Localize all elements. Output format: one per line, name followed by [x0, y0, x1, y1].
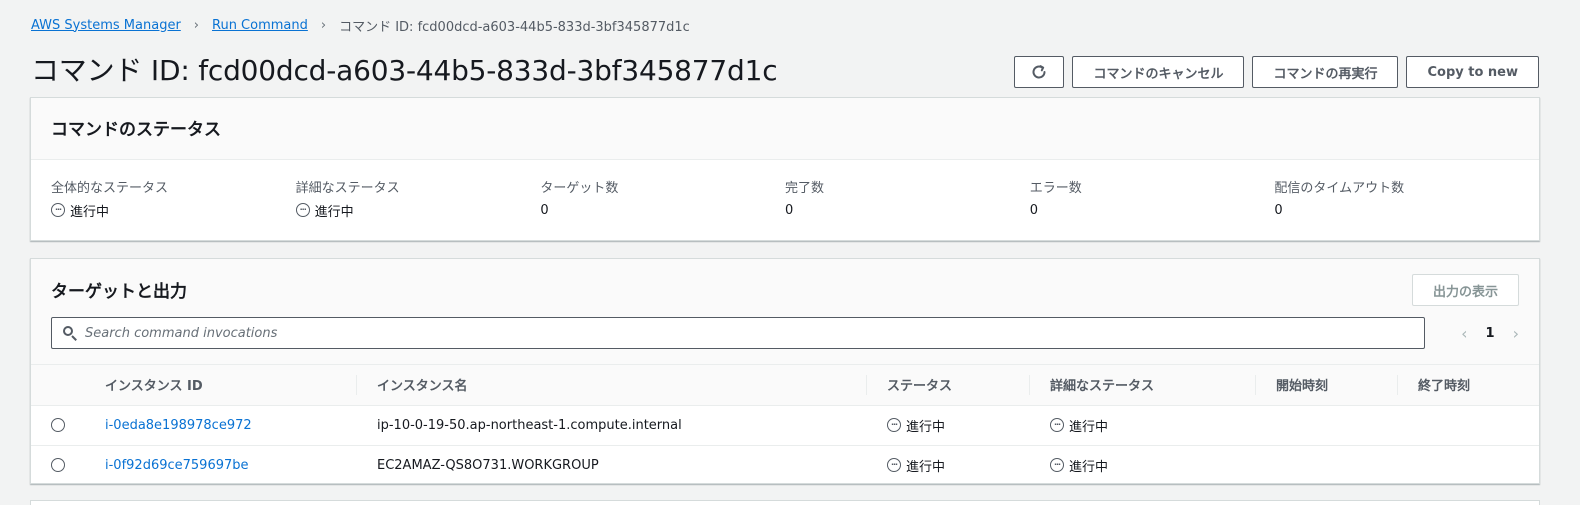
column-header-end-time[interactable]: 終了時刻 [1398, 365, 1539, 405]
breadcrumb-run-command[interactable]: Run Command [212, 18, 308, 33]
row-select-radio[interactable] [51, 418, 65, 432]
table-row[interactable]: i-0f92d69ce759697be EC2AMAZ-QS8O731.WORK… [31, 445, 1539, 485]
targets-output-panel: ターゲットと出力 出力の表示 ‹ 1 › インスタンス ID [30, 258, 1540, 484]
invocations-table: インスタンス ID インスタンス名 ステータス 詳細なステータス 開始時刻 終了… [31, 365, 1539, 485]
page-title: コマンド ID: fcd00dcd-a603-44b5-833d-3bf3458… [31, 54, 778, 87]
breadcrumb-systems-manager[interactable]: AWS Systems Manager [31, 18, 181, 33]
chevron-right-icon: › [193, 17, 199, 33]
search-input[interactable] [85, 325, 1424, 341]
command-status-panel: コマンドのステータス 全体的なステータス ··· 進行中 詳細なステータス ··… [30, 97, 1540, 241]
target-count-value: 0 [540, 202, 549, 218]
completed-count: 完了数 0 [785, 177, 1030, 219]
completed-count-label: 完了数 [785, 181, 825, 196]
refresh-button[interactable] [1014, 56, 1065, 88]
select-column-header [31, 365, 85, 405]
table-header-row: インスタンス ID インスタンス名 ステータス 詳細なステータス 開始時刻 終了… [31, 365, 1539, 405]
search-icon [62, 325, 78, 341]
status-grid: 全体的なステータス ··· 進行中 詳細なステータス ··· 進行中 ターゲット… [31, 160, 1539, 220]
column-header-instance-id[interactable]: インスタンス ID [85, 365, 357, 405]
row-status: 進行中 [906, 419, 946, 435]
timeout-count-label: 配信のタイムアウト数 [1274, 181, 1405, 196]
breadcrumb-current: コマンド ID: fcd00dcd-a603-44b5-833d-3bf3458… [339, 19, 690, 35]
header-actions: コマンドのキャンセル コマンドの再実行 Copy to new [1014, 56, 1539, 88]
table-row[interactable]: i-0eda8e198978ce972 ip-10-0-19-50.ap-nor… [31, 405, 1539, 445]
completed-count-value: 0 [785, 202, 794, 218]
overall-status-value: 進行中 [70, 204, 110, 220]
instance-name: ip-10-0-19-50.ap-northeast-1.compute.int… [377, 417, 682, 433]
next-panel-edge [30, 500, 1540, 505]
error-count-label: エラー数 [1029, 181, 1082, 196]
refresh-icon [1032, 65, 1046, 79]
error-count-value: 0 [1029, 202, 1038, 218]
overall-status-label: 全体的なステータス [51, 181, 169, 196]
pending-icon: ··· [51, 203, 65, 217]
overall-status: 全体的なステータス ··· 進行中 [51, 177, 296, 220]
detail-status-value: 進行中 [314, 204, 354, 220]
chevron-left-icon[interactable]: ‹ [1461, 324, 1467, 343]
timeout-count: 配信のタイムアウト数 0 [1274, 177, 1519, 219]
chevron-right-icon[interactable]: › [1513, 324, 1519, 343]
row-detail-status: 進行中 [1069, 419, 1109, 435]
rerun-command-button[interactable]: コマンドの再実行 [1252, 56, 1399, 88]
pending-icon: ··· [295, 203, 310, 217]
command-status-title: コマンドのステータス [51, 120, 221, 140]
targets-output-header: ターゲットと出力 出力の表示 ‹ 1 › [31, 259, 1539, 365]
instance-name: EC2AMAZ-QS8O731.WORKGROUP [377, 457, 599, 473]
cancel-command-button[interactable]: コマンドのキャンセル [1072, 56, 1245, 88]
target-count: ターゲット数 0 [540, 177, 785, 219]
column-header-instance-name[interactable]: インスタンス名 [357, 365, 867, 405]
targets-output-title: ターゲットと出力 [51, 282, 187, 302]
pagination: ‹ 1 › [1461, 321, 1519, 345]
column-header-detail-status[interactable]: 詳細なステータス [1030, 365, 1256, 405]
column-header-start-time[interactable]: 開始時刻 [1256, 365, 1398, 405]
instance-id-link[interactable]: i-0eda8e198978ce972 [105, 418, 252, 433]
column-header-status[interactable]: ステータス [867, 365, 1030, 405]
breadcrumb: AWS Systems Manager › Run Command › コマンド… [31, 16, 690, 35]
search-box [51, 317, 1425, 349]
pending-icon: ··· [1050, 458, 1064, 473]
detail-status-label: 詳細なステータス [295, 181, 400, 196]
page-number[interactable]: 1 [1486, 326, 1495, 341]
copy-to-new-button[interactable]: Copy to new [1406, 56, 1539, 88]
target-count-label: ターゲット数 [540, 181, 619, 196]
pending-icon: ··· [887, 458, 901, 473]
instance-id-link[interactable]: i-0f92d69ce759697be [105, 458, 249, 473]
command-status-header: コマンドのステータス [31, 98, 1539, 160]
row-detail-status: 進行中 [1069, 459, 1109, 475]
pending-icon: ··· [1050, 418, 1064, 432]
chevron-right-icon: › [320, 17, 327, 33]
pending-icon: ··· [887, 418, 901, 432]
row-select-radio[interactable] [51, 458, 65, 473]
error-count: エラー数 0 [1030, 177, 1275, 219]
detail-status: 詳細なステータス ··· 進行中 [295, 177, 541, 220]
view-output-button[interactable]: 出力の表示 [1411, 274, 1519, 306]
row-status: 進行中 [906, 459, 946, 475]
timeout-count-value: 0 [1274, 202, 1283, 218]
